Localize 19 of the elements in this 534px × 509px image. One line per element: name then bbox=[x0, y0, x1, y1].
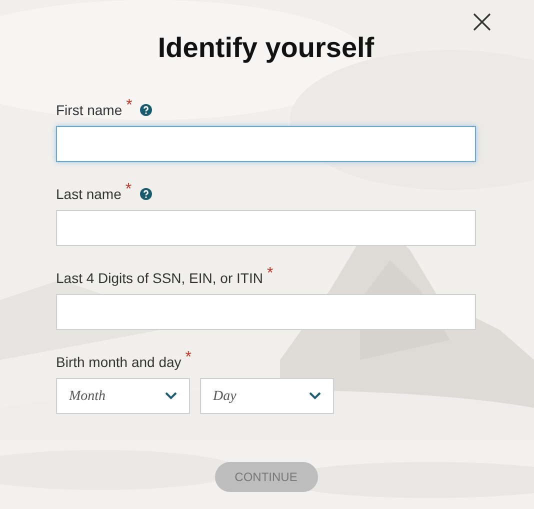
help-icon[interactable] bbox=[140, 104, 152, 116]
required-asterisk: * bbox=[126, 98, 132, 114]
chevron-down-icon bbox=[165, 392, 177, 400]
help-icon[interactable] bbox=[140, 188, 152, 200]
field-label: First name bbox=[56, 100, 122, 120]
chevron-down-icon bbox=[309, 392, 321, 400]
required-asterisk: * bbox=[185, 350, 192, 366]
text-field[interactable] bbox=[56, 126, 476, 162]
dialog-title: Identify yourself bbox=[156, 31, 376, 65]
required-asterisk: * bbox=[125, 182, 132, 198]
field-label: Last 4 Digits of SSN, EIN, or ITIN bbox=[56, 268, 263, 288]
field-label: Last name bbox=[56, 184, 122, 204]
field-label: Birth month and day bbox=[56, 352, 182, 372]
dropdown-field[interactable]: Day bbox=[200, 378, 334, 414]
dropdown-field[interactable]: Month bbox=[56, 378, 190, 414]
required-asterisk: * bbox=[266, 266, 274, 282]
text-field[interactable] bbox=[56, 210, 476, 246]
text-field[interactable] bbox=[56, 294, 476, 330]
close-button[interactable] bbox=[472, 12, 492, 32]
